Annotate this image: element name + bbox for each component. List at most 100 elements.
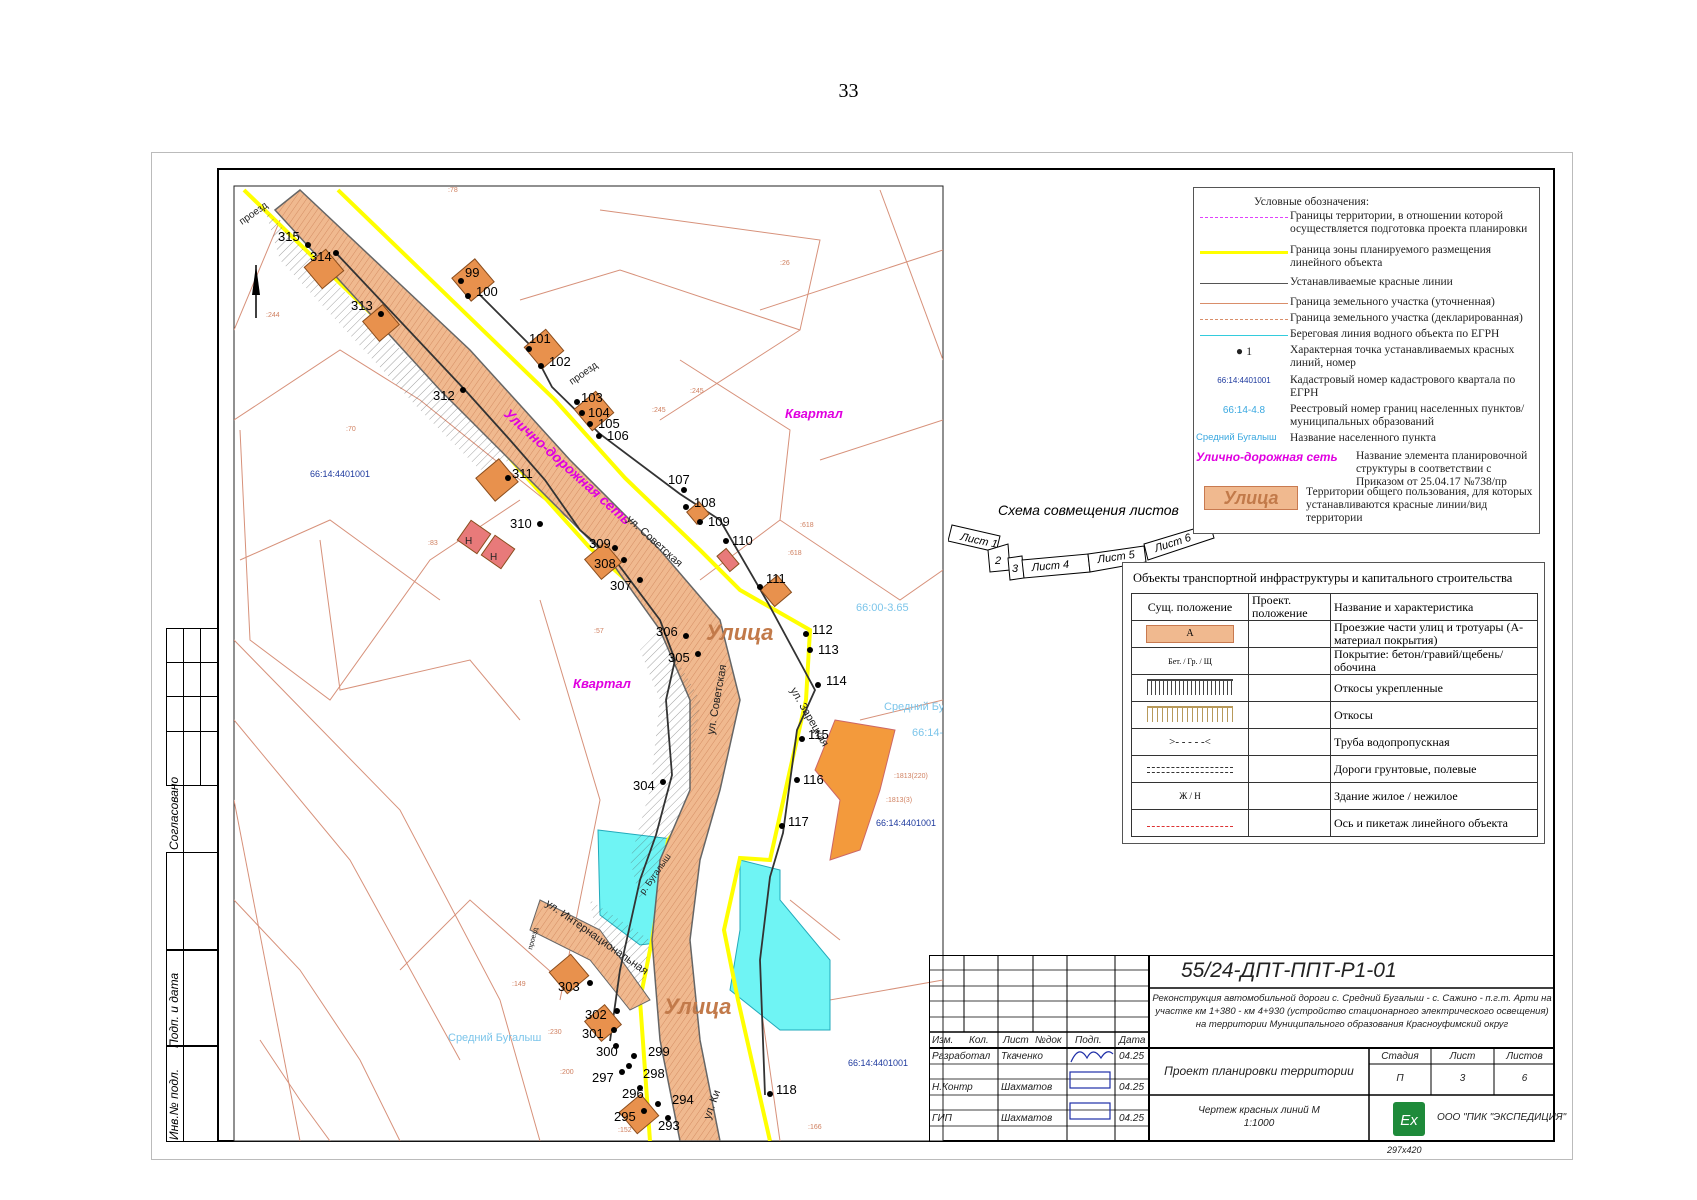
sheet-label: 2 xyxy=(994,555,1001,567)
red-line-point-label: 306 xyxy=(656,624,678,639)
settlement-label: Средний Бу xyxy=(884,701,945,713)
building-code: Н xyxy=(490,552,497,563)
legend-item: Граница зоны планируемого размещения лин… xyxy=(1290,244,1492,269)
col-header: Изм. xyxy=(932,1035,954,1046)
company-logo: Ex xyxy=(1400,1112,1418,1129)
stage-value: 6 xyxy=(1521,1073,1528,1084)
parcel-label: :230 xyxy=(548,1029,562,1036)
legend-item: Название населенного пункта xyxy=(1290,432,1436,444)
red-line-point-label: 300 xyxy=(596,1044,618,1059)
red-line-point-label: 313 xyxy=(351,298,373,313)
parcel-label: :618 xyxy=(788,550,802,557)
axis-symbol xyxy=(1147,825,1233,827)
red-line-point xyxy=(614,1008,620,1014)
parcel-label: :26 xyxy=(780,260,790,267)
legend-symbol: Средний Бугалыш xyxy=(1196,432,1277,443)
red-line-point xyxy=(587,421,593,427)
red-line-point xyxy=(655,1101,661,1107)
col-header: Подп. xyxy=(1075,1035,1102,1046)
person-role: Разработал xyxy=(932,1051,991,1062)
red-line-point xyxy=(574,399,580,405)
red-line-point xyxy=(723,538,729,544)
stage-header: Листов xyxy=(1506,1051,1543,1062)
objects-row: Здание жилое / нежилое xyxy=(1330,782,1538,810)
red-line-point-label: 294 xyxy=(672,1092,694,1107)
cadastre-label: 66:14:4401001 xyxy=(310,469,370,479)
parcel-label: :200 xyxy=(560,1069,574,1076)
person-date: 04.25 xyxy=(1119,1051,1145,1062)
red-line-point-label: 307 xyxy=(610,578,632,593)
objects-header: Сущ. положение xyxy=(1131,593,1249,621)
place-label: Квартал xyxy=(785,406,843,421)
cadastre-label: 66:14:4401001 xyxy=(848,1058,908,1068)
red-line-point xyxy=(612,545,618,551)
objects-row: Ось и пикетаж линейного объекта xyxy=(1330,809,1538,837)
parcel-label: :1813(3) xyxy=(886,797,912,804)
red-line-point-label: 302 xyxy=(585,1007,607,1022)
red-line-point xyxy=(779,823,785,829)
person-name: Шахматов xyxy=(1001,1082,1053,1093)
legend-item: Устанавливаемые красные линии xyxy=(1290,276,1453,288)
company-name: ООО "ПИК "ЭКСПЕДИЦИЯ" xyxy=(1437,1112,1567,1123)
red-line-point-label: 107 xyxy=(668,472,690,487)
red-line-point-label: 305 xyxy=(668,650,690,665)
red-line-point xyxy=(596,433,602,439)
red-line-point-label: 293 xyxy=(658,1118,680,1133)
person-role: Н.Контр xyxy=(932,1082,973,1093)
red-line-point xyxy=(637,577,643,583)
red-line-point xyxy=(794,777,800,783)
col-header: Кол. xyxy=(969,1035,989,1046)
red-line-point-label: 310 xyxy=(510,516,532,531)
red-line-point-label: 303 xyxy=(558,979,580,994)
red-line-point xyxy=(683,504,689,510)
objects-row: Откосы укрепленные xyxy=(1330,674,1538,702)
red-line-point xyxy=(526,346,532,352)
legend-item: Кадастровый номер кадастрового квартала … xyxy=(1290,374,1516,399)
sheet-label: 3 xyxy=(1012,563,1019,575)
project-description: Реконструкция автомобильной дороги с. Ср… xyxy=(1152,993,1552,1030)
stage-value: 3 xyxy=(1459,1073,1466,1084)
red-line-point-label: 114 xyxy=(826,673,847,688)
person-name: Шахматов xyxy=(1001,1113,1053,1124)
legend-symbol: 1 xyxy=(1246,344,1253,358)
col-header: Лист xyxy=(1003,1035,1029,1046)
red-line-point-label: 101 xyxy=(529,331,551,346)
red-line-point-label: 295 xyxy=(614,1109,636,1124)
legend-item: Береговая линия водного объекта по ЕГРН xyxy=(1290,328,1500,340)
objects-header: Название и характеристика xyxy=(1330,593,1538,621)
parcel-label: :57 xyxy=(594,628,604,635)
legend-symbol: Ж / Н xyxy=(1131,782,1249,810)
legend-title: Условные обозначения: xyxy=(1254,196,1370,208)
parcel-label: :83 xyxy=(428,540,438,547)
parcel-label: :1813(220) xyxy=(894,773,928,780)
red-line-point xyxy=(538,363,544,369)
person-date: 04.25 xyxy=(1119,1113,1145,1124)
red-line-point-label: 116 xyxy=(803,772,824,787)
red-line-point xyxy=(619,1069,625,1075)
legend-item: Граница земельного участка (уточненная) xyxy=(1290,296,1495,308)
red-line-point xyxy=(799,736,805,742)
red-line-point-label: 99 xyxy=(465,265,479,280)
red-line-point xyxy=(695,651,701,657)
legend-symbol: Бет. / Гр. / Щ xyxy=(1131,647,1249,675)
red-line-point xyxy=(807,647,813,653)
cadastre-label: 66:14- xyxy=(912,727,944,739)
legend-symbol: Улично-дорожная сеть xyxy=(1196,450,1338,464)
red-line-point xyxy=(683,633,689,639)
red-line-point-label: 312 xyxy=(433,388,455,403)
legend: Условные обозначения: Границы территории… xyxy=(1193,187,1540,534)
red-line-point-label: 315 xyxy=(278,229,300,244)
objects-header: Проект. положение xyxy=(1248,593,1331,621)
red-line-point xyxy=(460,387,466,393)
red-line-point-label: 301 xyxy=(582,1026,604,1041)
objects-title: Объекты транспортной инфраструктуры и ка… xyxy=(1133,571,1513,585)
person-name: Ткаченко xyxy=(1001,1051,1043,1062)
sheet-format: 297х420 xyxy=(1387,1145,1422,1155)
person-date: 04.25 xyxy=(1119,1082,1145,1093)
red-line-point xyxy=(611,1027,617,1033)
red-line-point-label: 113 xyxy=(818,642,839,657)
slope-reinforced-symbol xyxy=(1147,678,1233,695)
stage-value: П xyxy=(1396,1073,1404,1084)
red-line-point xyxy=(621,557,627,563)
objects-row: Труба водопропускная xyxy=(1330,728,1538,756)
